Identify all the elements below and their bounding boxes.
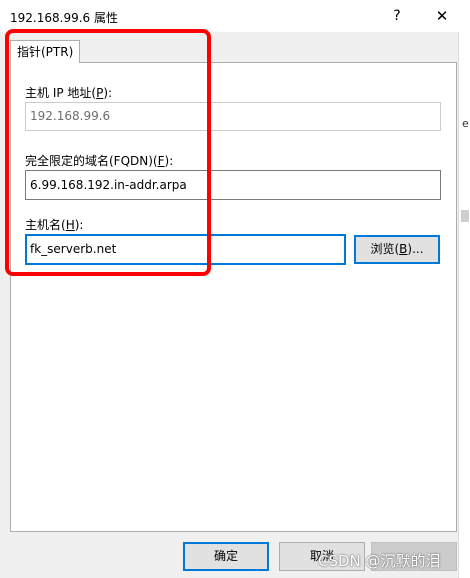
ok-button[interactable]: 确定 xyxy=(183,542,269,571)
watermark: CSDN @沉默的泪 xyxy=(318,552,441,570)
title-bar: 192.168.99.6 属性 ? ✕ xyxy=(0,0,470,32)
host-name-label: 主机名(H): xyxy=(25,218,84,232)
window-title: 192.168.99.6 属性 xyxy=(10,11,118,25)
browse-button[interactable]: 浏览(B)... xyxy=(354,235,440,264)
host-ip-field: 192.168.99.6 xyxy=(25,102,441,131)
tab-ptr[interactable]: 指针(PTR) xyxy=(10,40,80,63)
close-icon[interactable]: ✕ xyxy=(428,4,456,28)
tab-panel xyxy=(10,62,457,532)
edge-scrollbar xyxy=(461,210,469,222)
background-window-edge: e xyxy=(458,32,470,578)
help-icon[interactable]: ? xyxy=(383,4,411,28)
tab-ptr-label: 指针(PTR) xyxy=(17,45,74,59)
host-name-input[interactable]: fk_serverb.net xyxy=(25,234,346,265)
fqdn-label: 完全限定的域名(FQDN)(F): xyxy=(25,154,174,168)
fqdn-field[interactable]: 6.99.168.192.in-addr.arpa xyxy=(25,170,441,200)
host-ip-label: 主机 IP 地址(P): xyxy=(25,86,113,100)
edge-text: e xyxy=(462,117,469,130)
